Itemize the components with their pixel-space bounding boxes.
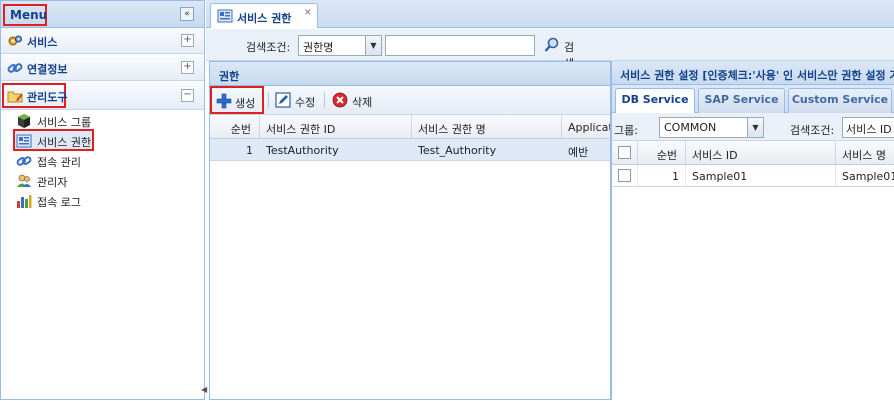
expand-icon[interactable]: + [181,34,194,47]
authority-grid-header: 순번 서비스 권한 ID 서비스 권한 명 Application [210,115,610,139]
sidebar-item-label: 서비스 권한 [37,136,92,149]
sidebar-item-service-group[interactable]: 서비스 그룹 [13,111,133,131]
row-number: 1 [210,139,260,160]
section-service[interactable]: 서비스 + [1,28,204,54]
expand-icon[interactable]: + [181,61,194,74]
permission-icon [16,134,32,148]
edit-icon [275,92,291,108]
chevron-down-icon[interactable]: ▼ [365,36,381,55]
bar-chart-icon [17,195,32,208]
permission-icon [217,9,233,23]
sidebar: Menu « 서비스 + 연결정보 + 관리도구 − 서비스 그룹 서비스 권한… [0,0,207,400]
table-row[interactable]: 1 TestAuthority Test_Authority 예반 [210,139,610,161]
sidebar-item-connection-management[interactable]: 접속 관리 [13,151,133,171]
delete-icon [332,92,348,108]
folder-edit-icon [7,91,23,103]
settings-panel-header: 서비스 권한 설정 [인증체크:'사용' 인 서비스만 권한 설정 가능] [612,61,894,85]
sidebar-item-label: 접속 관리 [37,156,81,169]
column-header[interactable]: 서비스 ID [686,141,836,164]
select-value: 서비스 ID [846,123,892,136]
sidebar-item-label: 서비스 그룹 [37,116,92,129]
cube-icon [18,114,30,128]
authority-name-cell: Test_Authority [412,139,562,160]
authority-toolbar: 생성 수정 삭제 [210,86,610,115]
row-number: 1 [638,165,686,186]
group-select[interactable]: COMMON ▼ [659,117,764,138]
section-label: 서비스 [27,36,58,49]
column-header[interactable]: 순번 [638,141,686,164]
group-label: 그룹: [614,124,638,137]
search-bar: 검색조건: 권한명 ▼ 검색 [206,29,894,70]
panel-title: 서비스 권한 설정 [인증체크:'사용' 인 서비스만 권한 설정 가능] [620,69,894,82]
edit-button[interactable]: 수정 [270,89,322,111]
column-header[interactable]: 서비스 명 [836,141,894,164]
service-name-cell: Sample01 [842,170,894,183]
create-button-label: 생성 [235,97,256,110]
application-cell: 예반 [568,146,589,159]
service-search-select[interactable]: 서비스 ID [842,117,894,138]
close-tab-icon[interactable]: ✕ [304,9,314,19]
create-button[interactable]: 생성 [210,86,264,114]
search-input[interactable] [385,35,535,56]
table-row[interactable]: 1 Sample01 Sample01 [612,165,894,187]
toolbar-divider [268,92,269,108]
tab-db-service[interactable]: DB Service [615,88,695,114]
collapse-sidebar-button[interactable]: « [180,7,194,21]
collapse-icon[interactable]: − [181,89,194,102]
users-icon [17,174,31,187]
column-header[interactable]: 서비스 권한 ID [260,115,412,138]
chevron-down-icon[interactable]: ▼ [747,118,763,137]
column-header[interactable]: Application [562,115,610,138]
tab-label: 서비스 권한 [237,12,292,25]
section-connection-info[interactable]: 연결정보 + [1,55,204,81]
section-label: 연결정보 [27,63,68,76]
tab-service-authority[interactable]: 서비스 권한 ✕ [210,3,318,28]
sidebar-item-label: 관리자 [37,176,68,189]
sidebar-item-service-authority[interactable]: 서비스 권한 [13,129,94,151]
edit-button-label: 수정 [295,96,316,109]
tab-bar: 서비스 권한 ✕ [206,0,894,28]
service-id-cell: Sample01 [686,165,836,186]
sidebar-item-label: 접속 로그 [37,196,81,209]
sidebar-item-connection-log[interactable]: 접속 로그 [13,191,133,211]
delete-button[interactable]: 삭제 [327,89,379,111]
column-header[interactable]: 순번 [210,115,260,138]
authority-panel: 권한 생성 수정 삭제 순번 서비스 권한 ID 서비스 권한 명 Applic… [209,61,611,400]
authority-panel-header: 권한 [210,62,610,86]
tab-sap-service[interactable]: SAP Service [698,88,785,113]
row-checkbox[interactable] [618,169,631,182]
select-value: 권한명 [303,41,334,54]
select-value: COMMON [664,121,717,134]
search-icon [544,37,559,52]
section-label: 관리도구 [27,91,68,104]
search-condition-label: 검색조건: [790,124,835,137]
column-header[interactable]: 서비스 권한 명 [412,115,562,138]
delete-button-label: 삭제 [352,96,373,109]
plus-icon [216,93,232,109]
row-check-cell [612,165,638,186]
authority-id-cell: TestAuthority [260,139,412,160]
menu-title: Menu [3,4,47,26]
search-condition-select[interactable]: 권한명 ▼ [298,35,382,56]
chain-link-icon [16,156,32,166]
chain-link-icon [7,63,23,73]
select-all-cell [612,141,638,164]
service-type-tabs: DB Service SAP Service Custom Service [612,85,894,114]
main-panel: 서비스 권한 ✕ 검색조건: 권한명 ▼ 검색 권한 [206,0,894,400]
select-all-checkbox[interactable] [618,146,631,159]
service-filter-bar: 그룹: COMMON ▼ 검색조건: 서비스 ID [612,113,894,141]
tab-custom-service[interactable]: Custom Service [788,88,892,113]
panel-title: 권한 [219,70,240,83]
section-admin-tools[interactable]: 관리도구 − [1,82,204,110]
search-condition-label: 검색조건: [246,41,291,54]
sidebar-header: Menu « [1,1,204,28]
toolbar-divider [324,92,325,108]
service-authority-settings-panel: 서비스 권한 설정 [인증체크:'사용' 인 서비스만 권한 설정 가능] DB… [611,61,894,400]
gears-icon [8,35,22,46]
sidebar-item-administrator[interactable]: 관리자 [13,171,133,191]
service-grid-header: 순번 서비스 ID 서비스 명 [612,141,894,165]
